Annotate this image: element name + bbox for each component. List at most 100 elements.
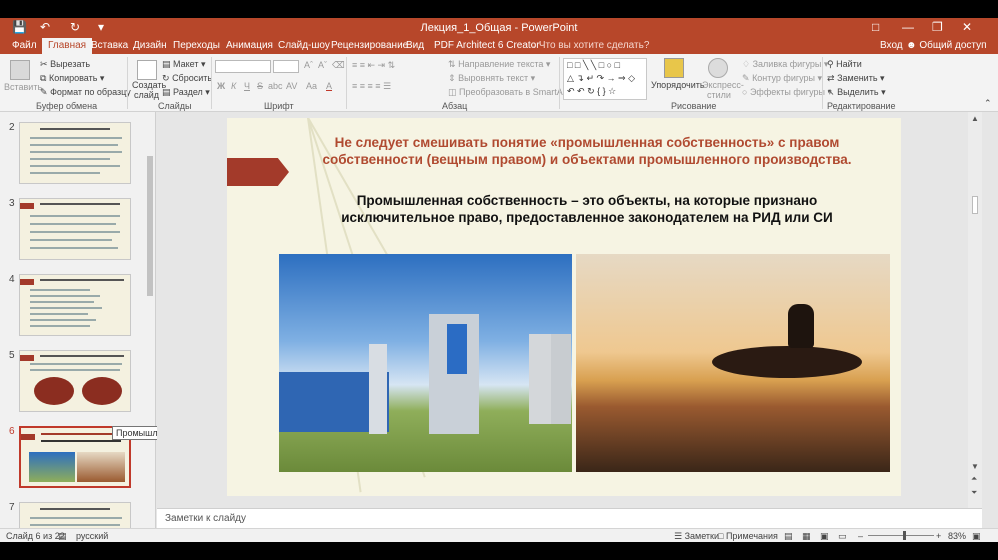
clear-formatting-icon[interactable]: ⌫ bbox=[332, 60, 345, 71]
shape-effects-button[interactable]: ○ Эффекты фигуры ▾ bbox=[742, 87, 832, 98]
zoom-level[interactable]: 83% bbox=[948, 531, 966, 541]
next-slide-icon[interactable]: ⏷ bbox=[971, 488, 977, 498]
bullets-icon[interactable]: ≡ ≡ ⇤ ⇥ ⇅ bbox=[352, 60, 395, 71]
font-name-input[interactable] bbox=[215, 60, 271, 73]
layout-icon: ▤ bbox=[162, 59, 171, 69]
hoverbike-image[interactable] bbox=[576, 254, 890, 472]
previous-slide-icon[interactable]: ⏶ bbox=[971, 474, 977, 484]
zoom-slider-thumb[interactable] bbox=[902, 531, 906, 540]
font-shrink-icon[interactable]: Aˇ bbox=[318, 60, 327, 70]
tab-view[interactable]: Вид bbox=[406, 40, 424, 51]
slideshow-view-icon[interactable]: ▭ bbox=[838, 531, 847, 542]
slide-thumbnail[interactable] bbox=[19, 122, 131, 184]
notes-toggle[interactable]: ☰ Заметки bbox=[674, 531, 719, 542]
change-case-button[interactable]: Aa bbox=[306, 81, 317, 91]
new-slide-icon[interactable] bbox=[137, 60, 157, 80]
thumbnail-scrollbar[interactable] bbox=[146, 116, 154, 524]
industrial-plant-image[interactable] bbox=[279, 254, 572, 472]
arrange-icon[interactable] bbox=[664, 58, 684, 78]
normal-view-icon[interactable]: ▤ bbox=[784, 531, 793, 542]
collapse-ribbon-icon[interactable]: ⌃ bbox=[984, 98, 992, 109]
tab-animation[interactable]: Анимация bbox=[226, 40, 273, 51]
italic-button[interactable]: К bbox=[231, 81, 236, 91]
comments-toggle[interactable]: □ Примечания bbox=[718, 531, 778, 541]
tab-design[interactable]: Дизайн bbox=[133, 40, 167, 51]
tab-file[interactable]: Файл bbox=[12, 40, 37, 51]
slide-thumbnail[interactable] bbox=[19, 502, 131, 528]
thumbnail-number: 3 bbox=[9, 198, 15, 209]
select-button[interactable]: ↖ Выделить ▾ bbox=[827, 87, 886, 98]
underline-button[interactable]: Ч bbox=[244, 81, 250, 91]
zoom-slider-track[interactable] bbox=[868, 531, 934, 540]
tell-me-box[interactable]: ○ Что вы хотите сделать? bbox=[530, 40, 649, 51]
thumb-title-line bbox=[41, 433, 121, 435]
find-button[interactable]: ⚲ Найти bbox=[827, 59, 862, 70]
quick-styles-icon[interactable] bbox=[708, 58, 728, 78]
text-direction-button[interactable]: ⇅ Направление текста ▾ bbox=[448, 59, 550, 70]
scroll-thumb[interactable] bbox=[147, 156, 153, 296]
language-indicator[interactable]: русский bbox=[76, 531, 108, 541]
minimize-icon[interactable]: — bbox=[902, 20, 914, 34]
thumbnail-number: 5 bbox=[9, 350, 15, 361]
slide-subheading[interactable]: Промышленная собственность – это объекты… bbox=[307, 192, 867, 226]
quick-styles-label-1[interactable]: Экспресс- bbox=[702, 80, 744, 90]
thumb-banner bbox=[20, 355, 34, 361]
notes-pane[interactable]: Заметки к слайду bbox=[157, 508, 982, 528]
smartart-button[interactable]: ◫ Преобразовать в SmartArt ▾ bbox=[448, 87, 575, 98]
bold-button[interactable]: Ж bbox=[217, 81, 225, 91]
copy-button[interactable]: ⧉ Копировать ▾ bbox=[40, 73, 104, 84]
shapes-gallery[interactable]: □ □ ╲ ╲ □ ○ □ △ ↴ ↵ ↷ → ⇒ ◇ ↶ ↶ ↻ { } ☆ bbox=[563, 58, 647, 100]
arrange-button-label[interactable]: Упорядочить bbox=[651, 80, 705, 90]
slide-heading[interactable]: Не следует смешивать понятие «промышленн… bbox=[307, 134, 867, 168]
slide-thumbnail[interactable] bbox=[19, 274, 131, 336]
slide-vertical-scrollbar[interactable]: ▲ ▼ ⏶ ⏷ bbox=[968, 112, 982, 508]
char-spacing-button[interactable]: AV bbox=[286, 81, 297, 91]
paste-button-label[interactable]: Вставить bbox=[4, 82, 42, 92]
tab-insert[interactable]: Вставка bbox=[91, 40, 128, 51]
tab-pdf-architect[interactable]: PDF Architect 6 Creator bbox=[434, 40, 540, 51]
replace-button[interactable]: ⇄ Заменить ▾ bbox=[827, 73, 885, 84]
align-text-button[interactable]: ⇕ Выровнять текст ▾ bbox=[448, 73, 535, 84]
tab-review[interactable]: Рецензирование bbox=[331, 40, 408, 51]
scroll-thumb[interactable] bbox=[972, 196, 978, 214]
shape-outline-button[interactable]: ✎ Контур фигуры ▾ bbox=[742, 73, 822, 84]
font-grow-icon[interactable]: Aˆ bbox=[304, 60, 313, 70]
tab-slideshow[interactable]: Слайд-шоу bbox=[278, 40, 330, 51]
slide-thumbnail[interactable] bbox=[19, 350, 131, 412]
cut-button[interactable]: ✂ Вырезать bbox=[40, 59, 90, 70]
zoom-in-icon[interactable]: + bbox=[936, 531, 941, 541]
section-button[interactable]: ▤ Раздел ▾ bbox=[162, 87, 210, 98]
reading-view-icon[interactable]: ▣ bbox=[820, 531, 829, 542]
share-button[interactable]: ☻ Общий доступ bbox=[906, 40, 987, 51]
restore-icon[interactable]: ❐ bbox=[932, 20, 943, 34]
font-color-button[interactable]: A bbox=[326, 81, 332, 91]
spellcheck-icon[interactable]: ▤ bbox=[58, 531, 67, 542]
format-painter-button[interactable]: ✎ Формат по образцу bbox=[40, 87, 131, 98]
plant-silo bbox=[551, 334, 571, 424]
main-area: 2 3 4 5 6 7 Промышленная Не следует смеш… bbox=[0, 112, 998, 528]
paste-icon[interactable] bbox=[10, 60, 30, 80]
strikethrough-button[interactable]: S bbox=[257, 81, 263, 91]
layout-button[interactable]: ▤ Макет ▾ bbox=[162, 59, 206, 70]
new-slide-label-2[interactable]: слайд bbox=[134, 90, 159, 100]
brush-icon: ✎ bbox=[40, 87, 48, 97]
tab-home[interactable]: Главная bbox=[42, 38, 93, 54]
sign-in-link[interactable]: Вход bbox=[880, 40, 903, 51]
slide-thumbnail[interactable] bbox=[19, 198, 131, 260]
shape-fill-button[interactable]: ♢ Заливка фигуры ▾ bbox=[742, 59, 828, 70]
scroll-down-icon[interactable]: ▼ bbox=[971, 462, 979, 471]
close-icon[interactable]: ✕ bbox=[962, 20, 972, 34]
zoom-out-icon[interactable]: – bbox=[858, 531, 863, 541]
current-slide[interactable]: Не следует смешивать понятие «промышленн… bbox=[227, 118, 901, 496]
group-label-slides: Слайды bbox=[158, 101, 192, 111]
reset-button[interactable]: ↻ Сбросить bbox=[162, 73, 212, 84]
align-icons[interactable]: ≡ ≡ ≡ ≡ ☰ bbox=[352, 81, 391, 92]
fit-slide-icon[interactable]: ▣ bbox=[972, 531, 981, 542]
ribbon-display-icon[interactable]: □ bbox=[872, 20, 879, 34]
scroll-up-icon[interactable]: ▲ bbox=[971, 114, 979, 123]
slide-sorter-icon[interactable]: ▦ bbox=[802, 531, 811, 542]
quick-styles-label-2[interactable]: стили bbox=[707, 90, 731, 100]
tab-transitions[interactable]: Переходы bbox=[173, 40, 220, 51]
shadow-button[interactable]: abc bbox=[268, 81, 283, 91]
font-size-input[interactable] bbox=[273, 60, 299, 73]
